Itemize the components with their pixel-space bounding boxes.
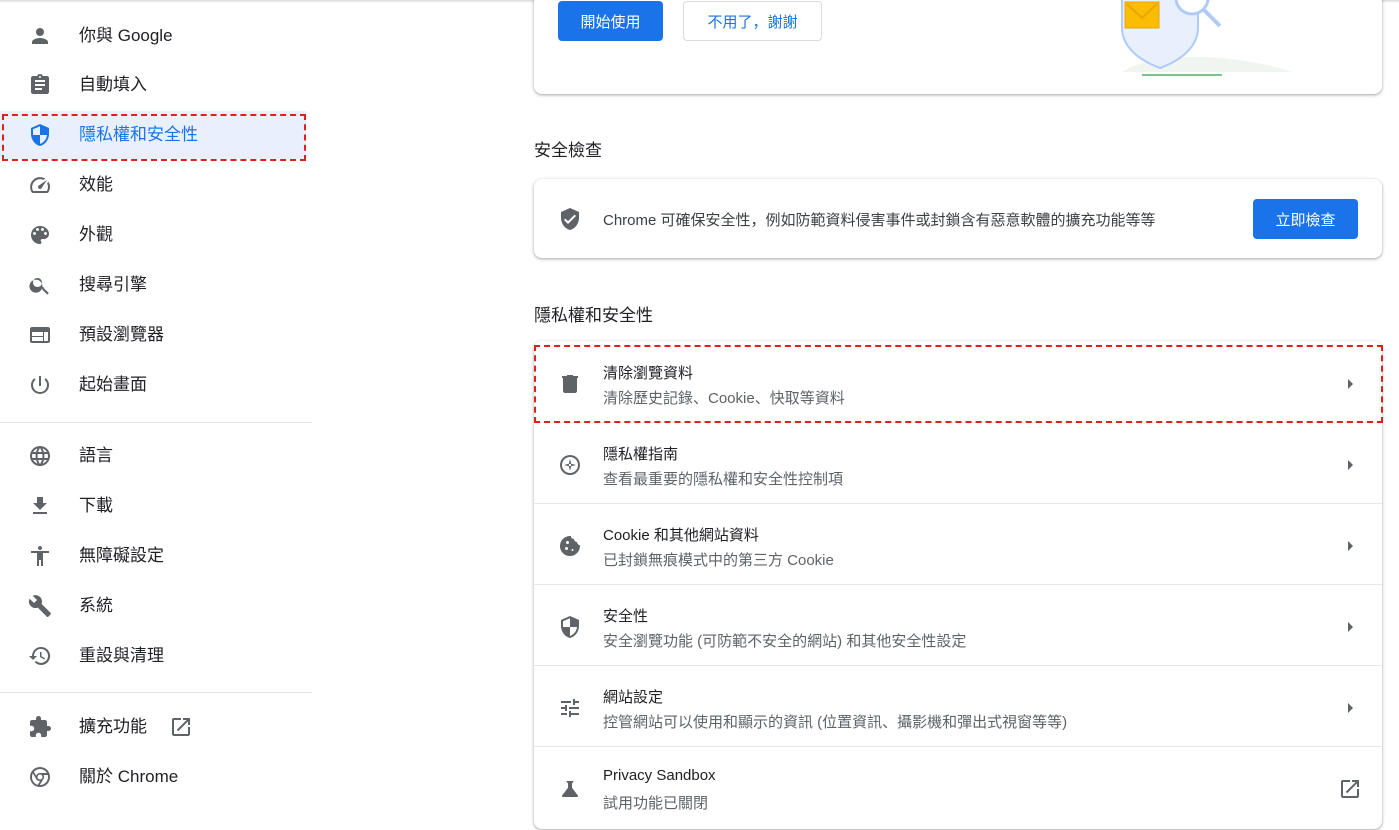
sidebar-item-extensions[interactable]: 擴充功能: [0, 703, 306, 751]
row-divider: [534, 665, 1382, 666]
palette-icon: [28, 223, 52, 247]
sidebar-item-label: 外觀: [79, 225, 113, 244]
sidebar-item-label: 系統: [79, 596, 113, 615]
security-shield-icon: [558, 615, 582, 639]
search-icon: [28, 273, 52, 297]
accessibility-icon: [28, 544, 52, 568]
sidebar-item-search-engine[interactable]: 搜尋引擎: [0, 261, 306, 309]
sidebar-item-label: 自動填入: [79, 75, 147, 94]
sidebar-item-default-browser[interactable]: 預設瀏覽器: [0, 311, 306, 359]
row-security[interactable]: 安全性 安全瀏覽功能 (可防範不安全的網站) 和其他安全性設定: [534, 584, 1382, 665]
sidebar-item-languages[interactable]: 語言: [0, 432, 306, 480]
puzzle-icon: [28, 715, 52, 739]
sidebar-item-autofill[interactable]: 自動填入: [0, 61, 306, 109]
settings-sidebar: 你與 Google 自動填入 隱私權和安全性 效能 外觀 搜尋引擎 預設瀏覽器 …: [0, 0, 312, 830]
sidebar-divider: [0, 422, 312, 423]
row-privacy-guide[interactable]: 隱私權指南 查看最重要的隱私權和安全性控制項: [534, 422, 1382, 503]
sidebar-item-label: 隱私權和安全性: [79, 125, 198, 144]
privacy-guide-promo-card: 開始使用 不用了，謝謝: [534, 0, 1382, 94]
row-subtitle: 清除歷史記錄、Cookie、快取等資料: [603, 390, 845, 407]
sidebar-item-label: 下載: [79, 496, 113, 515]
sidebar-item-you-and-google[interactable]: 你與 Google: [0, 12, 306, 60]
row-subtitle: 查看最重要的隱私權和安全性控制項: [603, 471, 844, 488]
compass-icon: [558, 453, 582, 477]
row-title: 隱私權指南: [603, 446, 679, 463]
sidebar-item-label: 預設瀏覽器: [79, 325, 164, 344]
speedometer-icon: [28, 173, 52, 197]
shield-icon: [28, 123, 52, 147]
row-divider: [534, 503, 1382, 504]
arrow-right-icon: [1338, 534, 1362, 558]
sidebar-divider: [0, 692, 312, 693]
sidebar-item-label: 效能: [79, 175, 113, 194]
sidebar-item-label: 起始畫面: [79, 375, 147, 394]
row-title: Cookie 和其他網站資料: [603, 527, 759, 544]
chrome-icon: [28, 765, 52, 789]
verified-shield-icon: [558, 207, 582, 231]
row-subtitle: 控管網站可以使用和顯示的資訊 (位置資訊、攝影機和彈出式視窗等等): [603, 714, 1068, 731]
power-icon: [28, 373, 52, 397]
sidebar-item-reset-and-cleanup[interactable]: 重設與清理: [0, 632, 306, 680]
row-privacy-sandbox[interactable]: Privacy Sandbox 試用功能已關閉: [534, 746, 1382, 827]
row-subtitle: 試用功能已關閉: [603, 795, 709, 812]
globe-icon: [28, 444, 52, 468]
safety-check-card: Chrome 可確保安全性，例如防範資料侵害事件或封鎖含有惡意軟體的擴充功能等等…: [534, 179, 1382, 258]
check-now-button[interactable]: 立即檢查: [1253, 199, 1358, 239]
flask-icon: [558, 777, 582, 801]
row-title: 安全性: [603, 608, 649, 625]
sidebar-item-label: 擴充功能: [79, 717, 147, 736]
privacy-illustration: [1121, 0, 1294, 76]
row-subtitle: 安全瀏覽功能 (可防範不安全的網站) 和其他安全性設定: [603, 633, 967, 650]
privacy-section-title: 隱私權和安全性: [534, 306, 653, 325]
person-icon: [28, 24, 52, 48]
sidebar-item-label: 無障礙設定: [79, 546, 164, 565]
history-icon: [28, 644, 52, 668]
external-link-icon: [169, 715, 193, 739]
wrench-icon: [28, 594, 52, 618]
arrow-right-icon: [1338, 453, 1362, 477]
browser-window-icon: [28, 323, 52, 347]
row-site-settings[interactable]: 網站設定 控管網站可以使用和顯示的資訊 (位置資訊、攝影機和彈出式視窗等等): [534, 665, 1382, 746]
safety-check-description: Chrome 可確保安全性，例如防範資料侵害事件或封鎖含有惡意軟體的擴充功能等等: [603, 212, 1156, 229]
row-divider: [534, 422, 1382, 423]
sidebar-item-downloads[interactable]: 下載: [0, 482, 306, 530]
cookie-icon: [558, 534, 582, 558]
trash-icon: [558, 372, 582, 396]
clipboard-icon: [28, 73, 52, 97]
row-clear-browsing-data[interactable]: 清除瀏覽資料 清除歷史記錄、Cookie、快取等資料: [534, 341, 1382, 422]
no-thanks-button[interactable]: 不用了，謝謝: [683, 1, 822, 41]
sidebar-item-label: 語言: [79, 446, 113, 465]
external-link-icon: [1338, 777, 1362, 801]
get-started-button[interactable]: 開始使用: [558, 1, 663, 41]
sidebar-item-label: 重設與清理: [79, 646, 164, 665]
sidebar-item-label: 關於 Chrome: [79, 767, 179, 786]
row-cookies[interactable]: Cookie 和其他網站資料 已封鎖無痕模式中的第三方 Cookie: [534, 503, 1382, 584]
sidebar-item-privacy-and-security[interactable]: 隱私權和安全性: [0, 111, 306, 159]
sidebar-item-about-chrome[interactable]: 關於 Chrome: [0, 753, 306, 801]
row-divider: [534, 746, 1382, 747]
arrow-right-icon: [1338, 615, 1362, 639]
sliders-icon: [558, 696, 582, 720]
arrow-right-icon: [1338, 696, 1362, 720]
row-title: 網站設定: [603, 689, 664, 706]
arrow-right-icon: [1338, 372, 1362, 396]
row-subtitle: 已封鎖無痕模式中的第三方 Cookie: [603, 552, 834, 569]
row-title: Privacy Sandbox: [603, 767, 716, 784]
download-icon: [28, 494, 52, 518]
privacy-settings-list: 清除瀏覽資料 清除歷史記錄、Cookie、快取等資料 隱私權指南 查看最重要的隱…: [534, 341, 1382, 829]
safety-check-title: 安全檢查: [534, 141, 602, 160]
row-title: 清除瀏覽資料: [603, 365, 694, 382]
sidebar-item-appearance[interactable]: 外觀: [0, 211, 306, 259]
sidebar-item-label: 你與 Google: [79, 26, 173, 45]
sidebar-item-system[interactable]: 系統: [0, 582, 306, 630]
sidebar-item-on-startup[interactable]: 起始畫面: [0, 361, 306, 409]
row-divider: [534, 584, 1382, 585]
sidebar-item-label: 搜尋引擎: [79, 275, 147, 294]
sidebar-item-accessibility[interactable]: 無障礙設定: [0, 532, 306, 580]
sidebar-item-performance[interactable]: 效能: [0, 161, 306, 209]
